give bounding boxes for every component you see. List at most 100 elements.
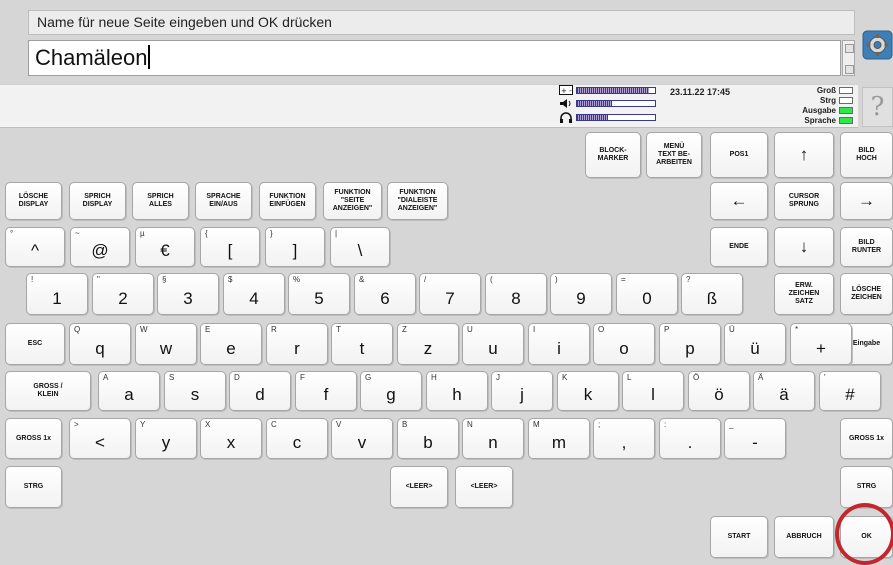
char-key[interactable]: {[ [200, 227, 260, 267]
char-key[interactable]: Rr [266, 323, 328, 365]
char-key[interactable]: Nn [462, 418, 524, 459]
key-label: @ [91, 241, 109, 260]
page-down-key[interactable]: BILD RUNTER [840, 227, 893, 267]
shift-once-right-key[interactable]: GROSS 1x [840, 418, 893, 459]
shift-once-left-key[interactable]: GROSS 1x [5, 418, 62, 459]
char-key[interactable]: ? ß [681, 273, 743, 315]
char-key[interactable]: Kk [557, 371, 619, 411]
key-shift-label: § [162, 275, 167, 284]
char-key[interactable]: ) 9 [550, 273, 612, 315]
pos1-key[interactable]: POS1 [710, 132, 768, 178]
show-dialog-function-key[interactable]: FUNKTION "DIALEISTE ANZEIGEN" [387, 182, 448, 220]
speak-display-key[interactable]: SPRICH DISPLAY [69, 182, 126, 220]
char-key[interactable]: µ € [135, 227, 195, 267]
start-key[interactable]: START [710, 516, 768, 558]
char-key[interactable]: Oo [593, 323, 655, 365]
char-key[interactable]: Tt [331, 323, 393, 365]
block-marker-key[interactable]: BLOCK- MARKER [585, 132, 641, 178]
char-key[interactable]: :. [659, 418, 721, 459]
char-key[interactable]: Xx [200, 418, 262, 459]
char-key[interactable]: Cc [266, 418, 328, 459]
delete-char-key[interactable]: LÖSCHE ZEICHEN [840, 273, 893, 315]
caps-toggle-key[interactable]: GROSS / KLEIN [5, 371, 91, 411]
cursor-right-key[interactable]: → [840, 182, 893, 220]
char-key[interactable]: ° ^ [5, 227, 65, 267]
char-key[interactable]: Qq [69, 323, 131, 365]
char-key[interactable]: }] [265, 227, 325, 267]
char-key[interactable]: (8 [485, 273, 547, 315]
cursor-left-key[interactable]: ← [710, 182, 768, 220]
char-key[interactable]: Uu [462, 323, 524, 365]
key-shift-label: X [205, 420, 211, 429]
char-key[interactable]: = 0 [616, 273, 678, 315]
char-key[interactable]: /7 [419, 273, 481, 315]
key-shift-label: J [496, 373, 500, 382]
insert-function-key[interactable]: FUNKTION EINFÜGEN [259, 182, 316, 220]
char-key[interactable]: Vv [331, 418, 393, 459]
char-key[interactable]: _ - [724, 418, 786, 459]
esc-key[interactable]: ESC [5, 323, 65, 365]
char-key[interactable]: Ll [622, 371, 684, 411]
char-key[interactable]: $4 [223, 273, 285, 315]
char-key[interactable]: Bb [397, 418, 459, 459]
cursor-jump-key[interactable]: CURSOR SPRUNG [774, 182, 834, 220]
cancel-key[interactable]: ABBRUCH [774, 516, 834, 558]
char-key[interactable]: * + [790, 323, 852, 365]
help-icon[interactable]: ? [862, 87, 893, 127]
menu-edit-text-key[interactable]: MENÜ TEXT BE- ARBEITEN [646, 132, 702, 178]
char-key[interactable]: Ss [164, 371, 226, 411]
char-key[interactable]: Aa [98, 371, 160, 411]
key-shift-label: ~ [75, 229, 80, 238]
char-key[interactable]: Gg [360, 371, 422, 411]
char-key[interactable]: Ii [528, 323, 590, 365]
ctrl-right-key[interactable]: STRG [840, 466, 893, 508]
char-key[interactable]: § 3 [157, 273, 219, 315]
input-scrollbar[interactable] [842, 40, 855, 76]
key-shift-label: B [402, 420, 408, 429]
speech-toggle-key[interactable]: SPRACHE EIN/AUS [195, 182, 252, 220]
char-key[interactable]: ~ @ [70, 227, 130, 267]
cursor-up-key[interactable]: ↑ [774, 132, 834, 178]
char-key[interactable]: Hh [426, 371, 488, 411]
char-key[interactable]: Üü [724, 323, 786, 365]
key-label: 6 [380, 289, 390, 308]
page-name-input[interactable]: Chamäleon [28, 40, 841, 76]
char-key[interactable]: " 2 [92, 273, 154, 315]
char-key[interactable]: Öö [688, 371, 750, 411]
scroll-down-icon[interactable] [845, 65, 854, 74]
clear-display-key[interactable]: LÖSCHE DISPLAY [5, 182, 62, 220]
char-key[interactable]: Ee [200, 323, 262, 365]
ctrl-left-key[interactable]: STRG [5, 466, 62, 508]
show-page-function-key[interactable]: FUNKTION "SEITE ANZEIGEN" [323, 182, 382, 220]
end-key[interactable]: ENDE [710, 227, 768, 267]
char-key[interactable]: Ff [295, 371, 357, 411]
char-key[interactable]: Dd [229, 371, 291, 411]
scroll-up-icon[interactable] [845, 44, 854, 53]
char-key[interactable]: Yy [135, 418, 197, 459]
char-key[interactable]: Pp [659, 323, 721, 365]
char-key[interactable]: Jj [491, 371, 553, 411]
key-label: ^ [31, 241, 39, 260]
char-key[interactable]: ! 1 [26, 273, 88, 315]
page-up-key[interactable]: BILD HOCH [840, 132, 893, 178]
cursor-down-key[interactable]: ↓ [774, 227, 834, 267]
char-key[interactable]: ;, [593, 418, 655, 459]
char-key[interactable]: Ww [135, 323, 197, 365]
char-key[interactable]: > < [69, 418, 131, 459]
space-key[interactable]: <LEER> [390, 466, 448, 508]
extended-charset-key[interactable]: ERW. ZEICHEN SATZ [774, 273, 834, 315]
char-key[interactable]: Ää [753, 371, 815, 411]
key-shift-label: A [103, 373, 109, 382]
key-label: \ [357, 241, 363, 260]
prompt-label: Name für neue Seite eingeben und OK drüc… [28, 10, 855, 35]
key-shift-label: } [270, 229, 273, 238]
speak-all-key[interactable]: SPRICH ALLES [132, 182, 189, 220]
settings-gear-icon[interactable] [862, 30, 893, 60]
char-key[interactable]: ' # [819, 371, 881, 411]
char-key[interactable]: Zz [397, 323, 459, 365]
char-key[interactable]: Mm [528, 418, 590, 459]
char-key[interactable]: % 5 [288, 273, 350, 315]
space-key[interactable]: <LEER> [455, 466, 513, 508]
char-key[interactable]: | \ [330, 227, 390, 267]
char-key[interactable]: & 6 [354, 273, 416, 315]
